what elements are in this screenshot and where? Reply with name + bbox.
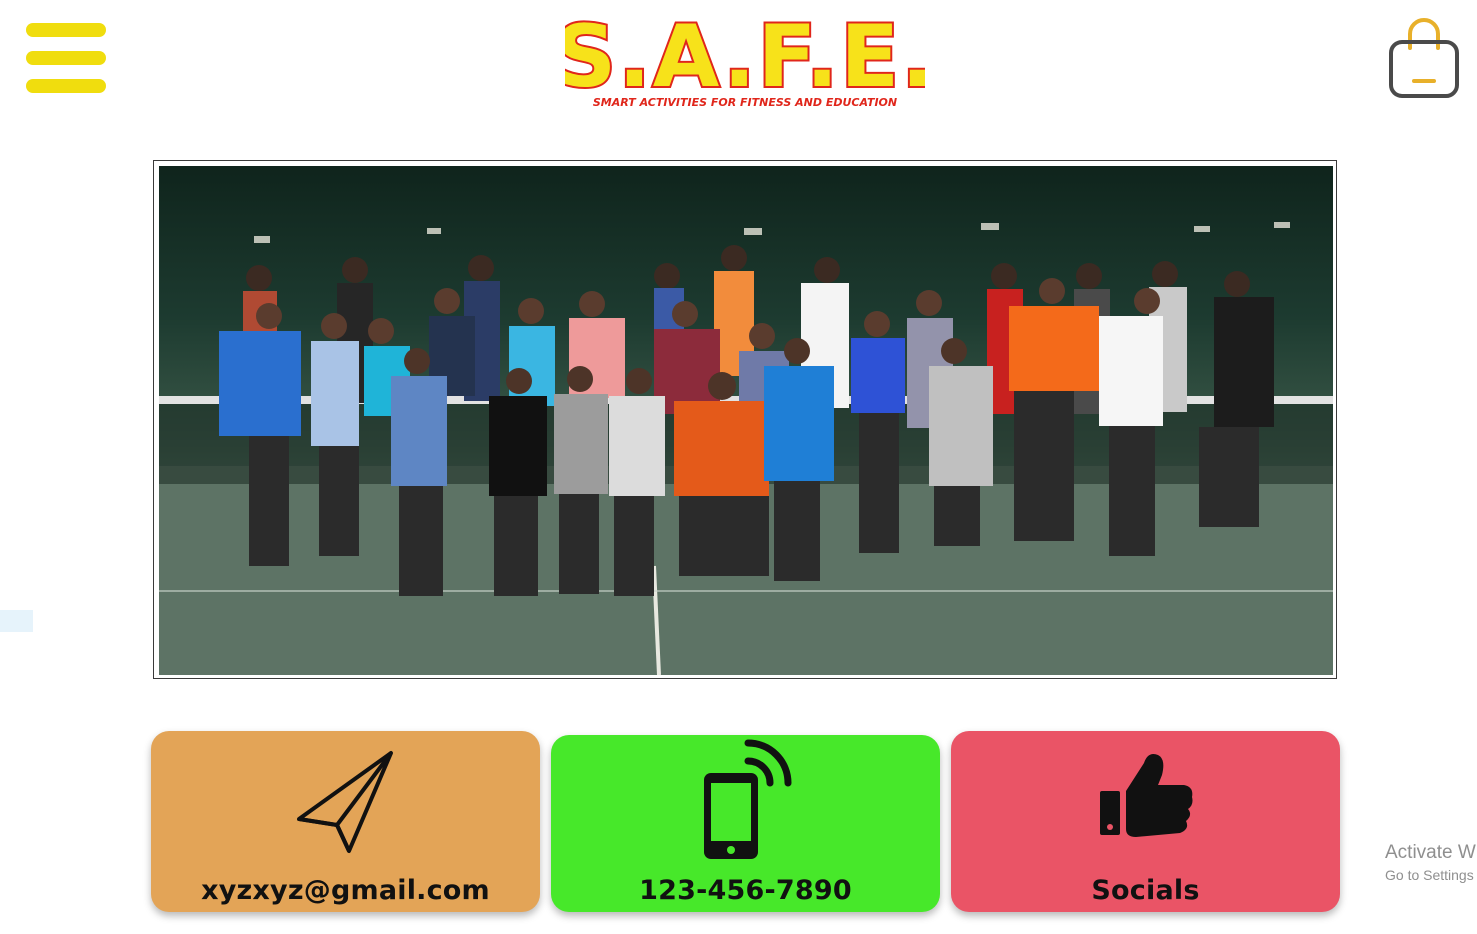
hamburger-menu-icon bbox=[26, 23, 106, 37]
hamburger-bar bbox=[26, 79, 106, 93]
group-photo-image bbox=[159, 166, 1333, 675]
cart-button[interactable] bbox=[1386, 16, 1462, 100]
hamburger-bar bbox=[26, 51, 106, 65]
safe-logo[interactable]: S.A.F.E. SMART ACTIVITIES FOR FITNESS AN… bbox=[552, 5, 936, 113]
socials-label: Socials bbox=[1091, 875, 1200, 906]
hero-photo-frame bbox=[153, 160, 1337, 679]
mobile-phone-signal-icon bbox=[703, 739, 791, 859]
logo-tagline: SMART ACTIVITIES FOR FITNESS AND EDUCATI… bbox=[593, 96, 897, 109]
email-card[interactable]: xyzxyz@gmail.com bbox=[151, 731, 540, 912]
logo-graphic: S.A.F.E. SMART ACTIVITIES FOR FITNESS AN… bbox=[552, 5, 936, 109]
menu-button[interactable] bbox=[26, 23, 106, 93]
paper-plane-icon bbox=[296, 751, 393, 853]
socials-card[interactable]: Socials bbox=[951, 731, 1340, 912]
watermark-line2: Go to Settings bbox=[1385, 867, 1474, 883]
email-label: xyzxyz@gmail.com bbox=[201, 875, 490, 906]
shopping-bag-icon bbox=[1389, 18, 1459, 98]
side-tab[interactable] bbox=[0, 610, 33, 632]
logo-title: S.A.F.E. bbox=[565, 8, 925, 107]
phone-label: 123-456-7890 bbox=[639, 875, 852, 906]
thumbs-up-icon bbox=[1099, 754, 1192, 837]
activate-windows-watermark: Activate W Go to Settings bbox=[1385, 842, 1476, 883]
watermark-line1: Activate W bbox=[1385, 842, 1476, 863]
phone-card[interactable]: 123-456-7890 bbox=[551, 735, 940, 912]
